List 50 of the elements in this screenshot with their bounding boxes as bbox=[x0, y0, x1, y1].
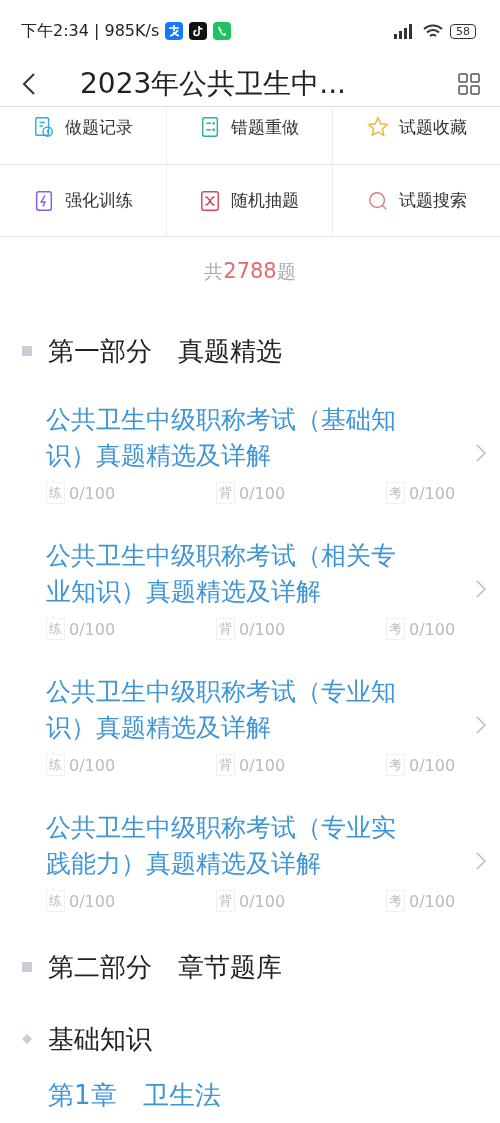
chevron-right-icon bbox=[476, 852, 486, 870]
stat-value: 0/100 bbox=[69, 619, 116, 639]
back-icon[interactable] bbox=[22, 72, 36, 96]
grid-menu-icon[interactable] bbox=[458, 73, 480, 95]
stat-tag: 背 bbox=[216, 618, 235, 640]
tool-button[interactable]: 试题收藏 bbox=[333, 107, 500, 165]
stat-value: 0/100 bbox=[409, 755, 456, 775]
stat-tag: 练 bbox=[46, 890, 65, 912]
square-bullet-icon bbox=[22, 346, 32, 356]
stat-tag: 考 bbox=[386, 754, 405, 776]
stat-value: 0/100 bbox=[409, 619, 456, 639]
stat-value: 0/100 bbox=[239, 619, 286, 639]
stat-tag: 考 bbox=[386, 618, 405, 640]
section-heading: 第一部分 真题精选 bbox=[48, 334, 282, 368]
tool-button[interactable]: 做题记录 bbox=[0, 107, 167, 165]
stat-value: 0/100 bbox=[69, 483, 116, 503]
wifi-icon bbox=[422, 23, 444, 39]
chevron-right-icon bbox=[476, 716, 486, 734]
stat-tag: 练 bbox=[46, 618, 65, 640]
chevron-right-icon bbox=[476, 580, 486, 598]
section-heading: 第二部分 章节题库 bbox=[48, 950, 282, 984]
stat-value: 0/100 bbox=[239, 891, 286, 911]
tool-button[interactable]: 试题搜索 bbox=[333, 165, 500, 237]
status-time: 下午2:34 | 985K/s bbox=[21, 20, 160, 42]
music-note-icon bbox=[189, 22, 208, 40]
tool-button[interactable]: 随机抽题 bbox=[166, 165, 334, 237]
section-heading: 基础知识 bbox=[48, 1022, 152, 1056]
phone-icon bbox=[213, 22, 232, 40]
diamond-bullet-icon bbox=[22, 1034, 32, 1044]
stat-value: 0/100 bbox=[239, 483, 286, 503]
page-title: 2023年公共卫生中... bbox=[80, 66, 347, 102]
stat-value: 0/100 bbox=[69, 755, 116, 775]
question-count: 共2788题 bbox=[203, 259, 297, 285]
square-bullet-icon bbox=[22, 962, 32, 972]
stat-tag: 练 bbox=[46, 754, 65, 776]
stat-tag: 考 bbox=[386, 890, 405, 912]
stat-tag: 背 bbox=[216, 482, 235, 504]
stat-tag: 背 bbox=[216, 754, 235, 776]
app-icon bbox=[165, 22, 184, 40]
stat-tag: 练 bbox=[46, 482, 65, 504]
stat-tag: 背 bbox=[216, 890, 235, 912]
stat-value: 0/100 bbox=[69, 891, 116, 911]
tool-button[interactable]: 强化训练 bbox=[0, 165, 167, 237]
stat-value: 0/100 bbox=[409, 483, 456, 503]
stat-value: 0/100 bbox=[239, 755, 286, 775]
chevron-right-icon bbox=[476, 444, 486, 462]
stat-tag: 考 bbox=[386, 482, 405, 504]
tool-button[interactable]: 错题重做 bbox=[166, 107, 334, 165]
battery-indicator: 58 bbox=[450, 23, 476, 39]
stat-value: 0/100 bbox=[409, 891, 456, 911]
